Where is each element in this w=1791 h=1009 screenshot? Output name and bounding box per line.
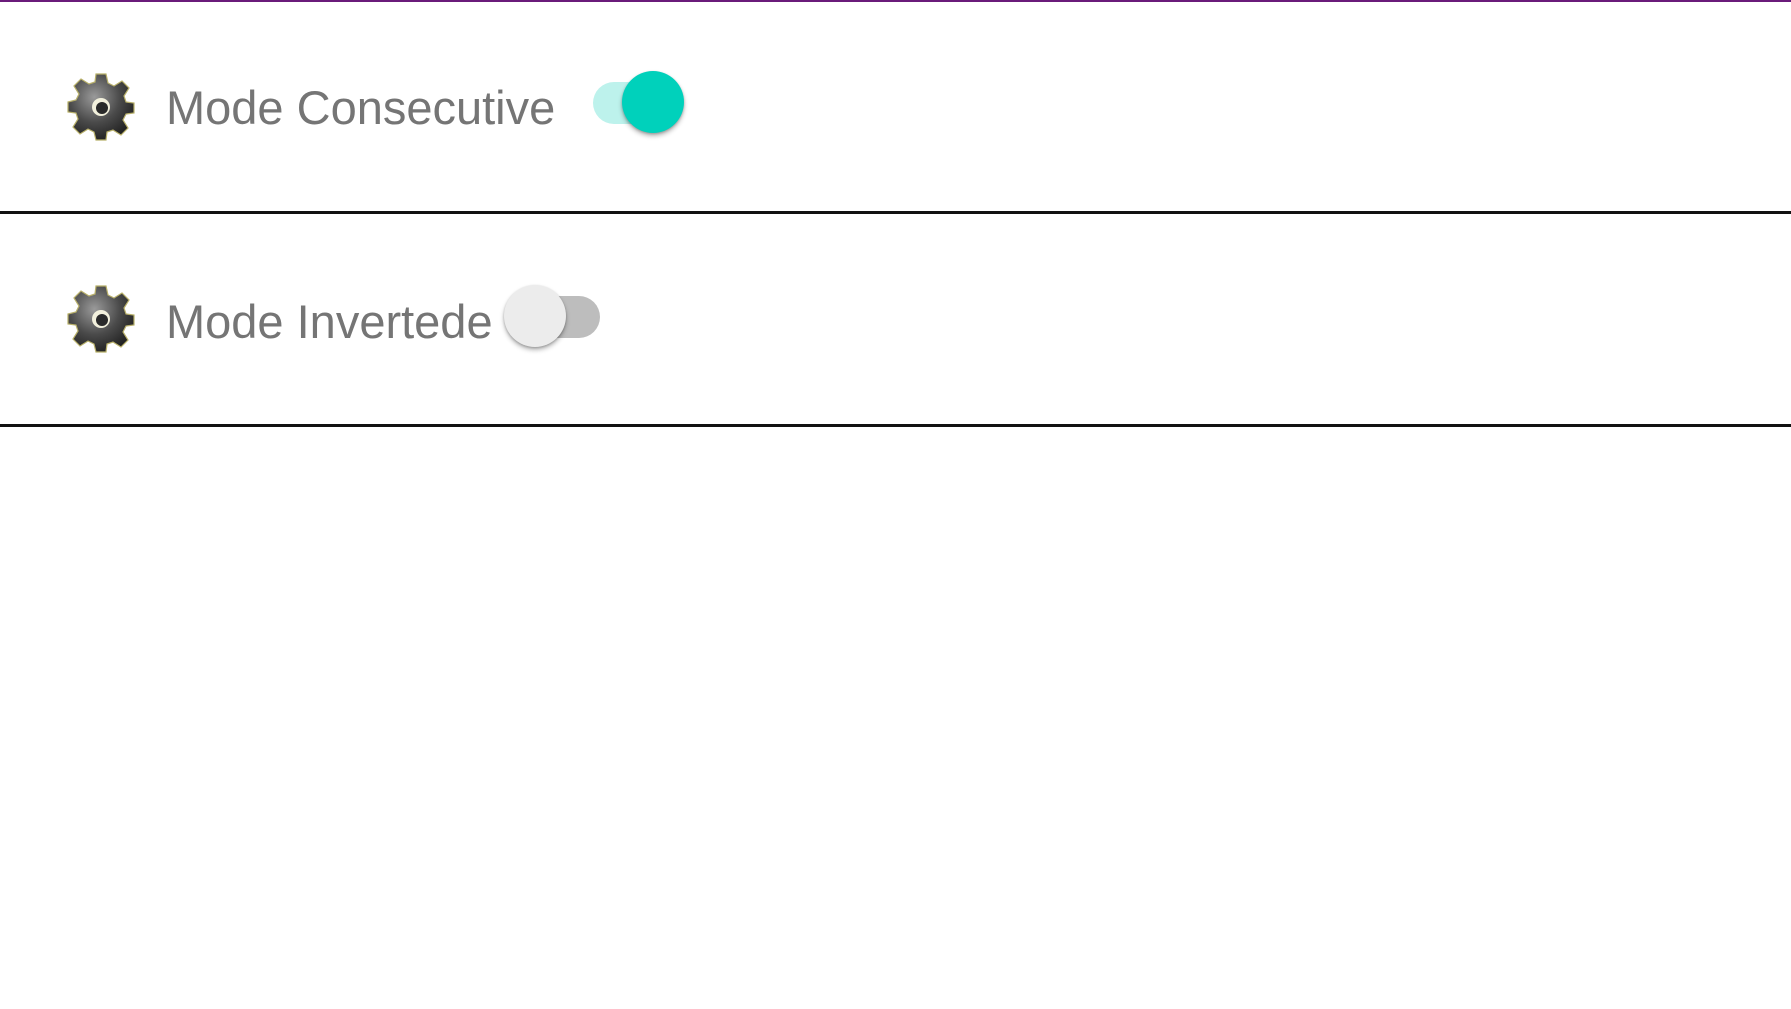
mode-consecutive-toggle[interactable] [587,62,687,133]
setting-row-mode-consecutive: Mode Consecutive [0,2,1791,211]
gear-icon [66,72,136,142]
row-divider [0,424,1791,427]
gear-icon [66,284,136,354]
setting-label: Mode Consecutive [166,81,556,134]
settings-screen: Mode Consecutive Mode Invertede [0,0,1791,1009]
setting-row-mode-invertede: Mode Invertede [0,214,1791,424]
mode-invertede-toggle[interactable] [504,276,612,347]
setting-label: Mode Invertede [166,295,493,348]
toggle-thumb[interactable] [504,285,566,347]
toggle-thumb[interactable] [622,71,684,133]
